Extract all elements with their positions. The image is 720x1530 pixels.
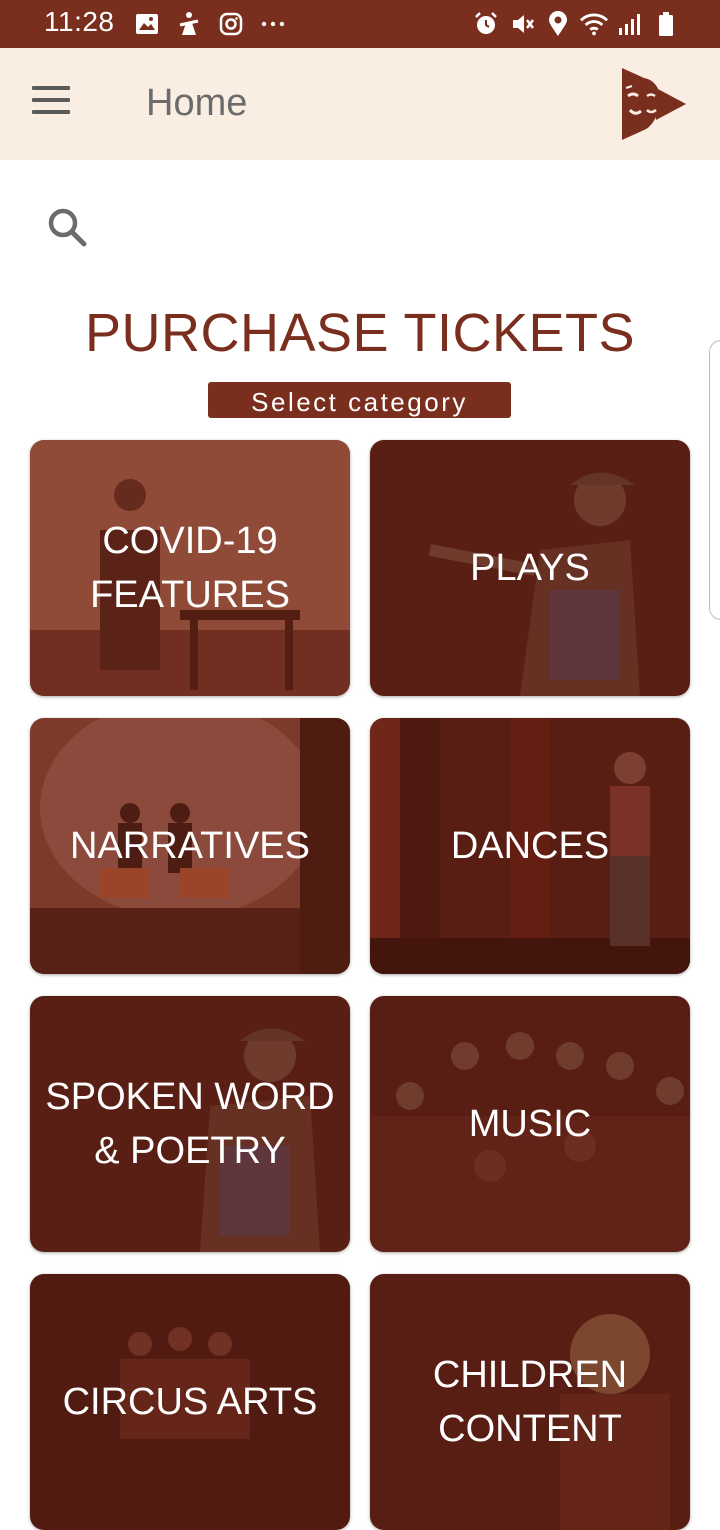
category-label: NARRATIVES (69, 825, 310, 867)
category-label: PLAYS (470, 547, 590, 589)
purchase-tickets-heading: PURCHASE TICKETS (84, 303, 636, 363)
mute-icon (508, 10, 536, 38)
category-card-plays[interactable]: PLAYS (370, 440, 690, 696)
accessibility-icon (175, 10, 203, 38)
search-icon[interactable] (44, 204, 92, 252)
category-label: MUSIC (468, 1103, 592, 1145)
category-label: DANCES (450, 825, 610, 867)
status-bar: 11:28 (0, 0, 720, 48)
edge-panel-handle[interactable] (709, 340, 720, 620)
status-time: 11:28 (44, 6, 115, 37)
category-card-music[interactable]: MUSIC (370, 996, 690, 1252)
page-title: Home (146, 82, 248, 124)
more-dots-icon (259, 10, 287, 38)
location-icon (544, 10, 572, 38)
category-label: CIRCUS ARTS (62, 1381, 318, 1423)
select-category-label: Select category (208, 382, 511, 418)
theatre-mask-play-logo[interactable] (616, 66, 690, 140)
category-card-children-content[interactable]: CHILDREN CONTENT (370, 1274, 690, 1530)
category-label: SPOKEN WORD & POETRY (45, 1076, 335, 1172)
category-card-narratives[interactable]: NARRATIVES (30, 718, 350, 974)
instagram-icon (217, 10, 245, 38)
category-label: CHILDREN CONTENT (432, 1354, 628, 1450)
image-icon (133, 10, 161, 38)
wifi-icon (580, 10, 608, 38)
category-card-dances[interactable]: DANCES (370, 718, 690, 974)
category-card-covid-19-features[interactable]: COVID-19 FEATURES (30, 440, 350, 696)
category-label: COVID-19 FEATURES (90, 520, 290, 616)
alarm-icon (472, 10, 500, 38)
signal-icon (616, 10, 644, 38)
category-card-circus-arts[interactable]: CIRCUS ARTS (30, 1274, 350, 1530)
category-card-spoken-word-poetry[interactable]: SPOKEN WORD & POETRY (30, 996, 350, 1252)
battery-icon (652, 10, 680, 38)
app-bar: Home (0, 48, 720, 160)
hamburger-menu-icon[interactable] (32, 86, 80, 122)
